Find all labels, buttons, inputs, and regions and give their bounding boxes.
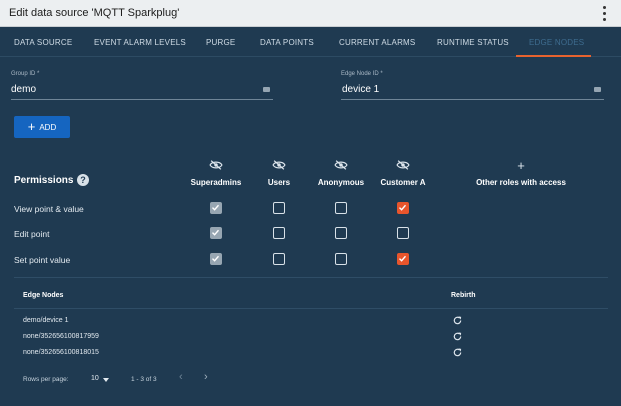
check-icon <box>212 204 220 211</box>
edge-node-name: demo/device 1 <box>23 317 69 324</box>
tab-data-source[interactable]: DATA SOURCE <box>14 38 72 47</box>
edge-node-id-underline <box>341 99 604 100</box>
rebirth-header: Rebirth <box>451 292 476 299</box>
refresh-icon[interactable] <box>452 315 463 326</box>
eye-off-icon[interactable] <box>396 160 410 170</box>
table-header-divider <box>14 308 608 309</box>
permission-checkbox[interactable] <box>397 253 409 265</box>
tab-purge[interactable]: PURGE <box>206 38 235 47</box>
plus-icon: + <box>27 119 36 134</box>
permission-checkbox <box>210 202 222 214</box>
edge-nodes-header: Edge Nodes <box>23 292 64 299</box>
permission-checkbox[interactable] <box>273 202 285 214</box>
permission-checkbox[interactable] <box>335 227 347 239</box>
tab-runtime-status[interactable]: RUNTIME STATUS <box>437 38 509 47</box>
eye-off-icon[interactable] <box>272 160 286 170</box>
caret-down-icon[interactable] <box>103 378 109 382</box>
check-icon <box>212 229 220 236</box>
add-button[interactable]: + ADD <box>14 116 70 138</box>
chevron-left-icon[interactable]: ‹ <box>179 372 183 383</box>
permission-checkbox <box>210 227 222 239</box>
active-tab-indicator <box>516 55 591 57</box>
permission-checkbox <box>210 253 222 265</box>
keyboard-icon[interactable] <box>263 87 270 92</box>
tab-current-alarms[interactable]: CURRENT ALARMS <box>339 38 415 47</box>
perm-row-set: Set point value <box>14 255 71 265</box>
permission-checkbox[interactable] <box>397 202 409 214</box>
perm-row-edit: Edit point <box>14 229 50 239</box>
kebab-menu-icon[interactable] <box>603 6 607 21</box>
keyboard-icon[interactable] <box>594 87 601 92</box>
check-icon <box>399 255 407 262</box>
dialog-title: Edit data source 'MQTT Sparkplug' <box>9 7 180 19</box>
tab-bar: DATA SOURCE EVENT ALARM LEVELS PURGE DAT… <box>0 27 621 57</box>
group-id-input[interactable]: demo <box>11 84 36 95</box>
dialog-titlebar: Edit data source 'MQTT Sparkplug' <box>0 0 621 27</box>
edge-node-name: none/352656100817959 <box>23 333 99 340</box>
permission-checkbox[interactable] <box>335 202 347 214</box>
pagination-range: 1 - 3 of 3 <box>131 376 157 383</box>
check-icon <box>212 255 220 262</box>
permission-checkbox[interactable] <box>273 227 285 239</box>
group-id-label: Group ID * <box>11 71 40 77</box>
permissions-title: Permissions <box>14 175 74 186</box>
perm-row-view: View point & value <box>14 204 84 214</box>
rows-per-page-select[interactable]: 10 <box>91 375 99 382</box>
permission-checkbox[interactable] <box>273 253 285 265</box>
tab-event-alarm-levels[interactable]: EVENT ALARM LEVELS <box>94 38 186 47</box>
col-customer-a: Customer A <box>380 178 426 187</box>
group-id-underline <box>11 99 273 100</box>
plus-icon[interactable]: + <box>517 159 525 172</box>
refresh-icon[interactable] <box>452 331 463 342</box>
col-users: Users <box>267 178 291 187</box>
chevron-right-icon[interactable]: › <box>204 372 208 383</box>
add-button-label: ADD <box>39 122 57 132</box>
col-other-roles: Other roles with access <box>476 178 566 187</box>
refresh-icon[interactable] <box>452 347 463 358</box>
check-icon <box>399 204 407 211</box>
edge-node-id-label: Edge Node ID * <box>341 71 383 77</box>
section-divider <box>14 277 608 278</box>
tab-data-points[interactable]: DATA POINTS <box>260 38 314 47</box>
edge-node-name: none/352656100818015 <box>23 349 99 356</box>
col-anonymous: Anonymous <box>317 178 365 187</box>
col-superadmins: Superadmins <box>190 178 242 187</box>
permission-checkbox[interactable] <box>335 253 347 265</box>
permission-checkbox[interactable] <box>397 227 409 239</box>
tab-edge-nodes[interactable]: EDGE NODES <box>529 38 584 47</box>
eye-off-icon[interactable] <box>334 160 348 170</box>
rows-per-page-label: Rows per page: <box>23 376 69 383</box>
edge-node-id-input[interactable]: device 1 <box>342 84 379 95</box>
help-icon[interactable]: ? <box>77 174 89 186</box>
eye-off-icon[interactable] <box>209 160 223 170</box>
